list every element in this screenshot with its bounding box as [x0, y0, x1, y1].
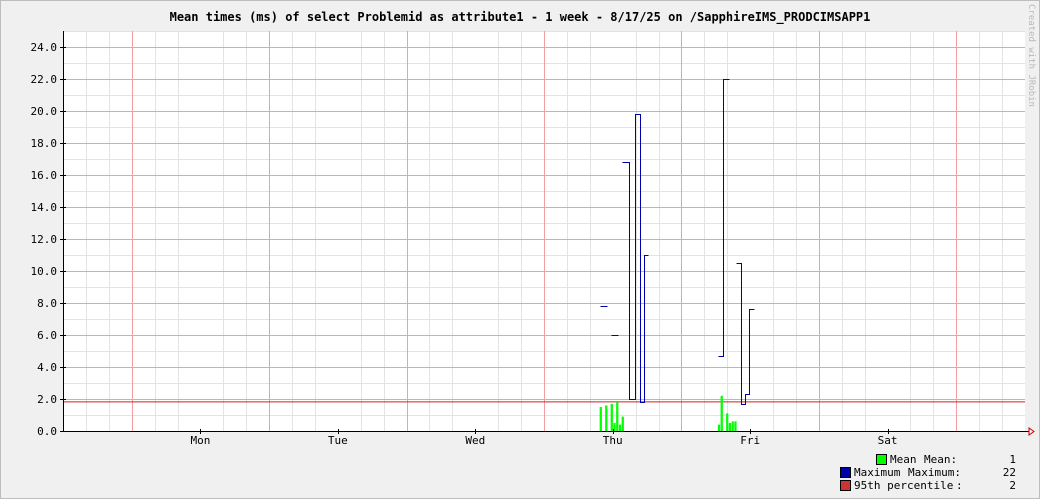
legend-value: 22	[1002, 466, 1016, 479]
y-tick-label: 22.0	[31, 73, 58, 86]
y-tick-label: 16.0	[31, 169, 58, 182]
y-tick-label: 18.0	[31, 137, 58, 150]
x-tick-label: Fri	[740, 434, 760, 447]
y-tick-label: 8.0	[37, 297, 57, 310]
legend-value: 2	[1009, 479, 1016, 492]
mean-bar	[726, 413, 729, 431]
legend-value: 1	[1009, 453, 1016, 466]
mean-bar	[720, 395, 723, 431]
mean-bar	[599, 407, 602, 431]
legend-item: Mean Mean: 1	[840, 453, 1016, 466]
mean-bar	[618, 424, 622, 431]
mean-bar	[610, 403, 613, 431]
legend-label: Maximum	[854, 466, 901, 479]
mean-bar	[728, 423, 732, 431]
y-tick-label: 6.0	[37, 329, 57, 342]
legend-swatch	[840, 467, 851, 478]
legend-stat-label: :	[956, 479, 963, 492]
legend-stat-label: Mean:	[924, 453, 958, 466]
legend-item: Maximum Maximum: 22	[840, 466, 1016, 479]
y-tick-label: 14.0	[31, 201, 58, 214]
legend-item: 95th percentile: 2	[840, 479, 1016, 492]
y-tick-label: 24.0	[31, 41, 58, 54]
x-tick-label: Mon	[190, 434, 210, 447]
x-tick-label: Sat	[878, 434, 898, 447]
x-tick-label: Wed	[465, 434, 485, 447]
mean-bar	[717, 424, 721, 431]
x-tick-label: Thu	[603, 434, 623, 447]
y-tick-label: 4.0	[37, 361, 57, 374]
y-tick-label: 0.0	[37, 425, 57, 438]
legend-stat-label: Maximum:	[908, 466, 961, 479]
chart-area: 0.0 2.0 4.0 6.0 8.0 10.0 12.0 14.0 16.0 18.0 20.0 2…	[31, 31, 1035, 447]
y-tick-label: 12.0	[31, 233, 58, 246]
x-axis-arrow	[1028, 427, 1035, 436]
y-tick-label: 20.0	[31, 105, 58, 118]
legend-label: Mean	[890, 453, 917, 466]
mean-bar	[605, 405, 608, 431]
x-tick-label: Tue	[328, 434, 348, 447]
mean-bar	[734, 421, 737, 431]
y-tick-label: 2.0	[37, 393, 57, 406]
mean-bar	[616, 402, 619, 431]
legend-label: 95th percentile	[854, 479, 954, 492]
legend-swatch	[876, 454, 887, 465]
mean-bar	[731, 421, 734, 431]
mean-bar	[621, 416, 624, 431]
legend-swatch	[840, 480, 851, 491]
y-tick-label: 10.0	[31, 265, 58, 278]
